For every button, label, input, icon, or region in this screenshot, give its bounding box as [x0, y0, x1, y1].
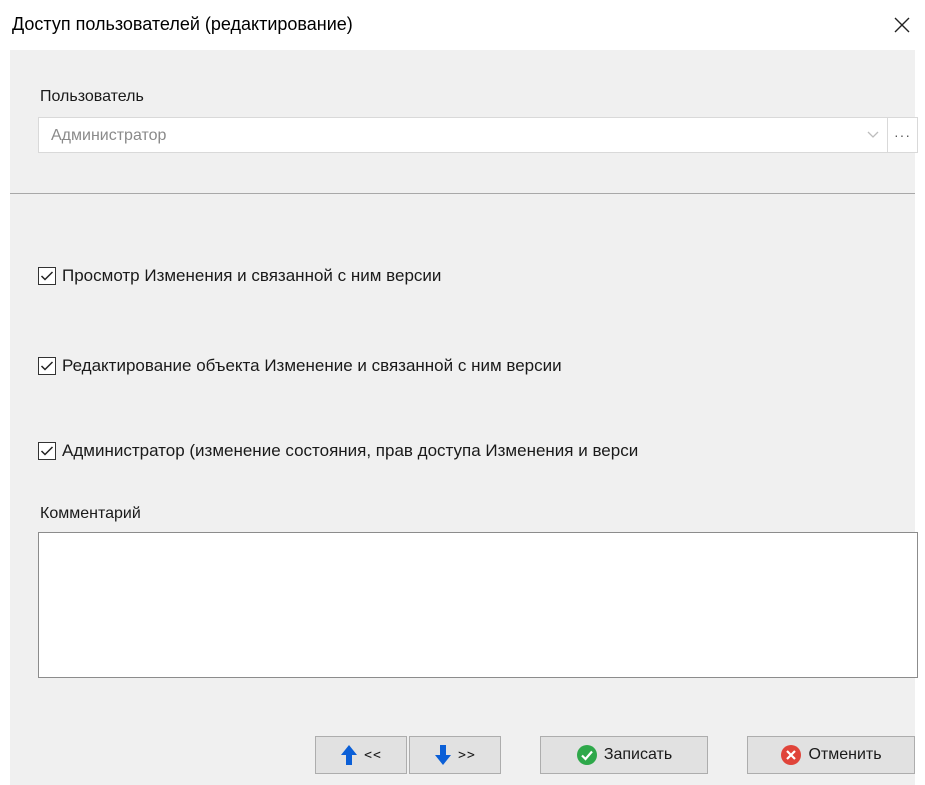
- dropdown-button[interactable]: [861, 118, 885, 152]
- checkbox-box[interactable]: [38, 357, 56, 375]
- checkbox-label: Редактирование объекта Изменение и связа…: [62, 356, 562, 375]
- save-button[interactable]: Записать: [540, 736, 708, 774]
- close-icon: [894, 17, 910, 33]
- prev-label: <<: [364, 747, 382, 763]
- dialog-content: Пользователь Администратор ··· Просмотр …: [10, 50, 918, 785]
- user-combobox[interactable]: Администратор ···: [38, 117, 918, 153]
- ellipsis-button[interactable]: ···: [887, 118, 917, 152]
- prev-button[interactable]: <<: [315, 736, 407, 774]
- permission-view-checkbox[interactable]: Просмотр Изменения и связанной с ним вер…: [38, 266, 441, 286]
- checkmark-icon: [40, 446, 54, 456]
- cancel-label: Отменить: [808, 746, 882, 763]
- comment-textarea[interactable]: [38, 532, 918, 678]
- cancel-button[interactable]: Отменить: [747, 736, 915, 774]
- checkbox-label: Администратор (изменение состояния, прав…: [62, 441, 639, 460]
- arrow-up-icon: [341, 745, 358, 765]
- next-button[interactable]: >>: [409, 736, 501, 774]
- save-label: Записать: [603, 746, 673, 763]
- permission-edit-checkbox[interactable]: Редактирование объекта Изменение и связа…: [38, 356, 562, 376]
- checkmark-icon: [40, 361, 54, 371]
- chevron-down-icon: [867, 131, 879, 138]
- separator: [10, 193, 915, 194]
- user-label: Пользователь: [40, 88, 144, 105]
- user-value: Администратор: [51, 127, 167, 144]
- close-button[interactable]: [879, 0, 925, 50]
- arrow-down-icon: [435, 745, 452, 765]
- ellipsis-icon: ···: [894, 127, 911, 143]
- checkmark-icon: [40, 271, 54, 281]
- x-circle-icon: [781, 745, 802, 765]
- window-title: Доступ пользователей (редактирование): [12, 14, 353, 34]
- comment-label: Комментарий: [40, 505, 141, 522]
- checkbox-box[interactable]: [38, 442, 56, 460]
- checkbox-label: Просмотр Изменения и связанной с ним вер…: [62, 266, 442, 285]
- checkmark-circle-icon: [576, 745, 597, 765]
- checkbox-box[interactable]: [38, 267, 56, 285]
- permission-admin-checkbox[interactable]: Администратор (изменение состояния, прав…: [38, 441, 638, 461]
- title-bar: Доступ пользователей (редактирование): [0, 0, 925, 50]
- next-label: >>: [458, 747, 476, 763]
